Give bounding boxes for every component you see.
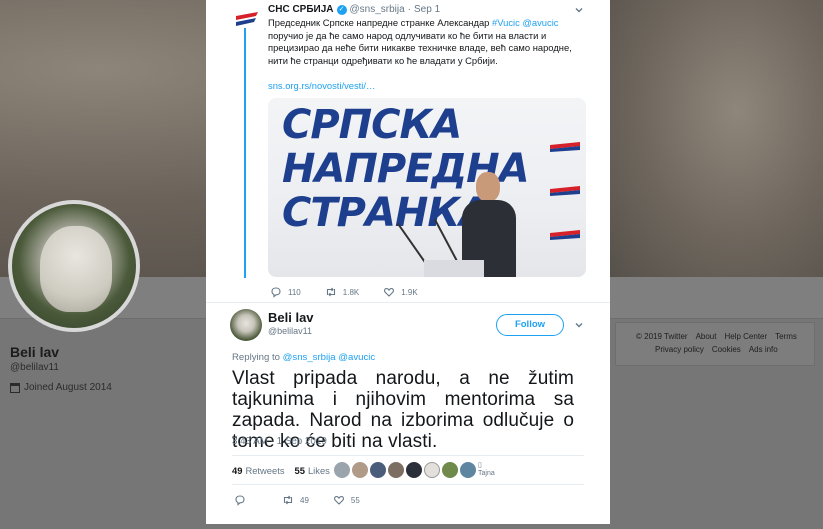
liker-avatar[interactable] — [352, 462, 368, 478]
reply-action[interactable]: 110 — [270, 286, 301, 298]
profile-name: Beli lav — [10, 344, 60, 360]
reply-action[interactable] — [234, 494, 246, 506]
footer-about-link[interactable]: About — [696, 332, 717, 341]
flag-stripe-icon — [550, 230, 580, 240]
avatar-lion-cub — [40, 226, 112, 312]
quoted-tweet-text: Председник Српске напредне странке Алекс… — [268, 17, 588, 67]
tweet-stats: 49 Retweets 55 Likes — [232, 465, 340, 476]
liker-avatar[interactable] — [424, 462, 440, 478]
quoted-text-part-1: Председник Српске напредне странке Алекс… — [268, 17, 492, 28]
broken-image-icon: ▯ — [478, 462, 482, 469]
divider — [232, 484, 584, 485]
photo-text-line-3: СТРАНКА — [282, 190, 490, 236]
hashtag-link[interactable]: #Vucic — [492, 17, 520, 28]
verified-badge-icon: ✓ — [336, 4, 347, 15]
liker-avatar[interactable] — [334, 462, 350, 478]
footer-ads-link[interactable]: Ads info — [749, 345, 778, 354]
retweets-stat-count: 49 — [232, 465, 243, 476]
divider — [232, 455, 584, 456]
like-action[interactable]: 55 — [333, 494, 360, 506]
profile-avatar[interactable] — [8, 200, 140, 332]
podium — [424, 260, 484, 277]
profile-handle: @belilav11 — [10, 362, 59, 373]
likes-stat-count: 55 — [294, 465, 305, 476]
liker-avatar-broken[interactable]: ▯ Tajna — [478, 462, 496, 478]
likes-stat-label: Likes — [307, 465, 330, 476]
divider — [206, 302, 610, 303]
replying-to-label: Replying to — [232, 352, 283, 363]
speaker-head — [476, 172, 500, 202]
flag-stripe-icon — [550, 142, 580, 152]
retweet-action[interactable]: 49 — [282, 494, 309, 506]
replying-to: Replying to @sns_srbija @avucic — [232, 352, 375, 363]
liker-avatar[interactable] — [406, 462, 422, 478]
retweet-action[interactable]: 1.8K — [325, 286, 359, 298]
calendar-icon — [10, 382, 20, 393]
heart-icon — [333, 495, 344, 505]
article-link[interactable]: sns.org.rs/novosti/vesti/… — [268, 80, 375, 91]
footer-cookies-link[interactable]: Cookies — [712, 345, 741, 354]
likes-stat[interactable]: 55 Likes — [295, 465, 330, 476]
footer-terms-link[interactable]: Terms — [775, 332, 797, 341]
liker-avatars: ▯ Tajna — [334, 462, 496, 478]
quoted-tweet-actions: 110 1.8K 1.9K — [270, 286, 442, 298]
like-action[interactable]: 1.9K — [383, 286, 418, 298]
quoted-author-handle[interactable]: @sns_srbija — [350, 4, 405, 15]
footer-links: © 2019 Twitter About Help Center Terms P… — [615, 322, 815, 366]
liker-avatar[interactable] — [460, 462, 476, 478]
liker-avatar[interactable] — [442, 462, 458, 478]
retweet-count: 1.8K — [342, 287, 360, 297]
header-dot: · — [407, 4, 412, 15]
profile-joined-text: Joined August 2014 — [24, 382, 112, 393]
mention-link[interactable]: @avucic — [522, 17, 558, 28]
photo-text-line-1: СРПСКА — [282, 102, 462, 148]
tweet-author-handle[interactable]: @belilav11 — [268, 326, 312, 336]
quoted-author-name[interactable]: СНС СРБИЈА — [268, 4, 334, 15]
retweets-stat[interactable]: 49 Retweets — [232, 465, 285, 476]
like-action-count: 55 — [350, 495, 360, 505]
chevron-down-icon[interactable] — [574, 320, 584, 332]
retweet-icon — [326, 287, 335, 297]
tweet-author-name[interactable]: Beli lav — [268, 310, 314, 325]
liker-avatar[interactable] — [388, 462, 404, 478]
footer-help-link[interactable]: Help Center — [724, 332, 767, 341]
footer-copyright: © 2019 Twitter — [636, 332, 688, 341]
tweet-author-avatar[interactable] — [230, 309, 262, 341]
retweets-stat-label: Retweets — [245, 465, 285, 476]
liker-alt-text: Tajna — [478, 470, 495, 477]
liker-avatar[interactable] — [370, 462, 386, 478]
quoted-date[interactable]: Sep 1 — [414, 4, 440, 15]
profile-joined: Joined August 2014 — [10, 382, 112, 393]
quoted-text-part-2: поручио је да ће само народ одлучивати к… — [268, 29, 572, 66]
tweet-modal: СНС СРБИЈА ✓ @sns_srbija · Sep 1 Председ… — [206, 0, 610, 524]
retweet-action-count: 49 — [300, 495, 309, 505]
reply-icon — [271, 287, 281, 298]
quoted-tweet-header: СНС СРБИЈА ✓ @sns_srbija · Sep 1 — [268, 4, 440, 15]
retweet-icon — [283, 495, 293, 505]
like-count: 1.9K — [401, 287, 418, 297]
sns-logo-icon — [236, 12, 258, 26]
thread-connector-line — [244, 28, 246, 278]
tweet-actions: 49 55 — [234, 494, 384, 506]
chevron-down-icon[interactable] — [574, 5, 584, 17]
heart-icon — [384, 287, 395, 297]
flag-stripe-icon — [550, 186, 580, 196]
tweet-photo[interactable]: СРПСКА НАПРЕДНА СТРАНКА — [268, 98, 586, 277]
reply-count: 110 — [288, 287, 301, 297]
follow-button[interactable]: Follow — [496, 314, 564, 336]
footer-privacy-link[interactable]: Privacy policy — [655, 345, 704, 354]
reply-icon — [235, 495, 245, 506]
replying-to-users[interactable]: @sns_srbija @avucic — [283, 352, 376, 363]
tweet-timestamp[interactable]: 3:43 AM - 1 Sep 2019 — [232, 436, 327, 447]
